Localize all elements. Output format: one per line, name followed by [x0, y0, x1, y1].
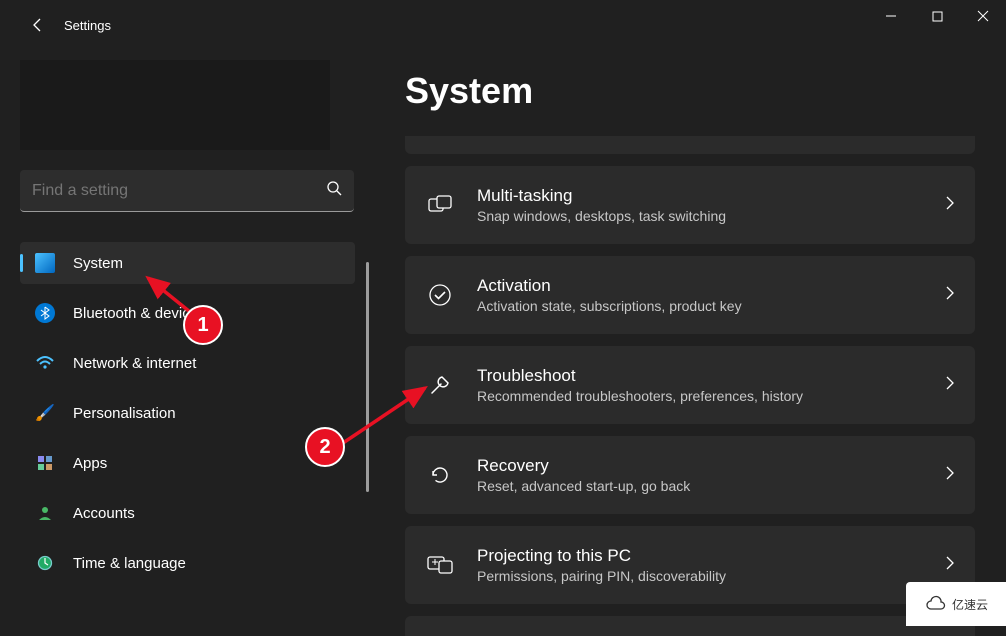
search-box[interactable]	[20, 170, 354, 212]
search-input[interactable]	[32, 182, 326, 200]
activation-icon	[425, 280, 455, 310]
sidebar-item-label: Personalisation	[73, 405, 176, 422]
card-text: Projecting to this PC Permissions, pairi…	[477, 546, 945, 584]
watermark-text: 亿速云	[952, 596, 988, 613]
minimize-icon	[885, 10, 897, 22]
sidebar-scrollbar[interactable]	[366, 262, 369, 492]
nav-list: System Bluetooth & devices Network & int…	[20, 242, 355, 584]
projecting-icon	[425, 550, 455, 580]
card-title: Multi-tasking	[477, 186, 945, 206]
close-button[interactable]	[960, 0, 1006, 32]
wifi-icon	[35, 353, 55, 373]
bluetooth-icon	[35, 303, 55, 323]
card-subtitle: Permissions, pairing PIN, discoverabilit…	[477, 568, 945, 584]
chevron-right-icon	[945, 376, 955, 395]
setting-card-projecting[interactable]: Projecting to this PC Permissions, pairi…	[405, 526, 975, 604]
card-text: Recovery Reset, advanced start-up, go ba…	[477, 456, 945, 494]
sidebar-item-time[interactable]: Time & language	[20, 542, 355, 584]
close-icon	[977, 10, 989, 22]
sidebar-item-personalisation[interactable]: 🖌️ Personalisation	[20, 392, 355, 434]
setting-card-troubleshoot[interactable]: Troubleshoot Recommended troubleshooters…	[405, 346, 975, 424]
system-icon	[35, 253, 55, 273]
card-subtitle: Activation state, subscriptions, product…	[477, 298, 945, 314]
sidebar-item-label: Apps	[73, 455, 107, 472]
sidebar-item-label: System	[73, 255, 123, 272]
card-title: Projecting to this PC	[477, 546, 945, 566]
card-text: Troubleshoot Recommended troubleshooters…	[477, 366, 945, 404]
minimize-button[interactable]	[868, 0, 914, 32]
card-text: Activation Activation state, subscriptio…	[477, 276, 945, 314]
partial-card-bottom[interactable]	[405, 616, 975, 636]
maximize-button[interactable]	[914, 0, 960, 32]
card-title: Recovery	[477, 456, 945, 476]
setting-card-activation[interactable]: Activation Activation state, subscriptio…	[405, 256, 975, 334]
annotation-marker-2: 2	[305, 427, 345, 467]
recovery-icon	[425, 460, 455, 490]
card-subtitle: Recommended troubleshooters, preferences…	[477, 388, 945, 404]
maximize-icon	[932, 11, 943, 22]
card-title: Troubleshoot	[477, 366, 945, 386]
card-subtitle: Reset, advanced start-up, go back	[477, 478, 945, 494]
arrow-left-icon	[30, 17, 46, 33]
apps-icon	[35, 453, 55, 473]
annotation-marker-1: 1	[183, 305, 223, 345]
card-text: Multi-tasking Snap windows, desktops, ta…	[477, 186, 945, 224]
sidebar-item-network[interactable]: Network & internet	[20, 342, 355, 384]
window-controls	[868, 0, 1006, 32]
multitask-icon	[425, 190, 455, 220]
chevron-right-icon	[945, 196, 955, 215]
page-title: System	[405, 70, 975, 112]
back-button[interactable]	[18, 5, 58, 45]
setting-card-multitasking[interactable]: Multi-tasking Snap windows, desktops, ta…	[405, 166, 975, 244]
chevron-right-icon	[945, 466, 955, 485]
watermark: 亿速云	[906, 582, 1006, 626]
search-icon	[326, 180, 342, 201]
chevron-right-icon	[945, 286, 955, 305]
wrench-icon	[425, 370, 455, 400]
sidebar-item-label: Time & language	[73, 555, 186, 572]
person-icon	[35, 503, 55, 523]
globe-clock-icon	[35, 553, 55, 573]
partial-card-top[interactable]	[405, 136, 975, 154]
window-title: Settings	[64, 18, 111, 33]
sidebar-item-system[interactable]: System	[20, 242, 355, 284]
sidebar-item-accounts[interactable]: Accounts	[20, 492, 355, 534]
user-info-block	[20, 60, 330, 150]
titlebar: Settings	[0, 0, 1006, 50]
setting-card-recovery[interactable]: Recovery Reset, advanced start-up, go ba…	[405, 436, 975, 514]
card-title: Activation	[477, 276, 945, 296]
sidebar-item-label: Accounts	[73, 505, 135, 522]
paintbrush-icon: 🖌️	[35, 403, 55, 423]
card-subtitle: Snap windows, desktops, task switching	[477, 208, 945, 224]
sidebar-item-label: Network & internet	[73, 355, 196, 372]
chevron-right-icon	[945, 556, 955, 575]
main-content: System Multi-tasking Snap windows, deskt…	[405, 70, 975, 636]
sidebar: System Bluetooth & devices Network & int…	[0, 60, 355, 592]
cloud-icon	[924, 595, 948, 613]
